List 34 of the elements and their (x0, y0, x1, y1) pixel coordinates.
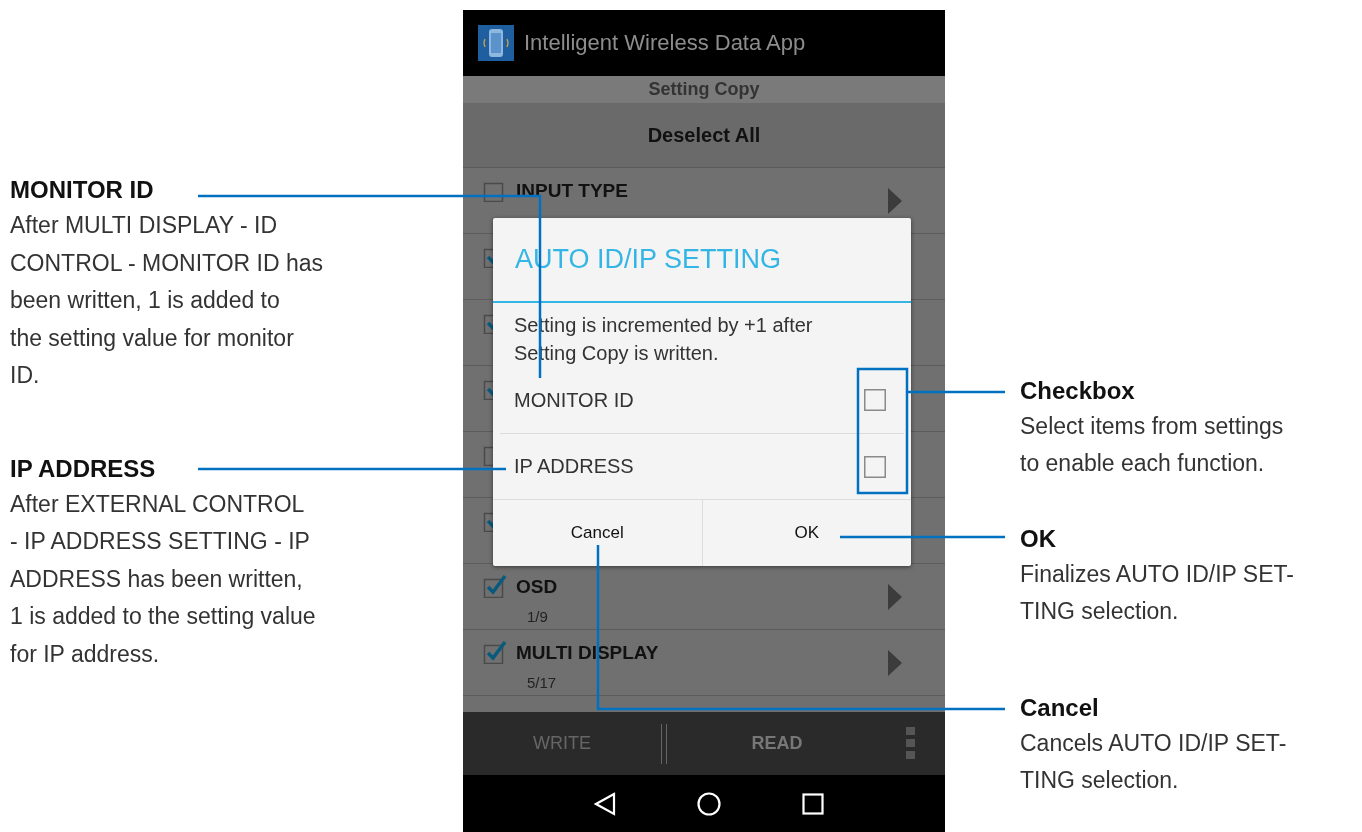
checkbox[interactable] (864, 389, 886, 411)
annotation-title: IP ADDRESS (10, 453, 156, 484)
annotation-text: After EXTERNAL CONTROL - IP ADDRESS SETTING - IP ADDRESS has been written, 1 is added to the setting value for IP address. (10, 489, 316, 669)
annotation-text: Select items from settings to enable each function. (1020, 412, 1284, 478)
back-icon[interactable] (593, 791, 616, 816)
annotation-text: After MULTI DISPLAY - ID CONTROL - MONITOR ID has been written, 1 is added to the setting value for monitor ID. (10, 211, 324, 390)
screen-header: Setting Copy (463, 76, 945, 103)
recent-apps-icon[interactable] (802, 792, 825, 815)
home-icon[interactable] (697, 791, 721, 816)
dialog-button[interactable]: Cancel (493, 500, 702, 566)
annotation-text: Finalizes AUTO ID/IP SET- TING selection. (1020, 560, 1294, 626)
more-options-icon[interactable] (906, 727, 915, 759)
deselect-all-button[interactable]: Deselect All (463, 103, 945, 168)
chevron-right-icon[interactable] (888, 188, 902, 214)
phone-icon (478, 25, 514, 61)
checkbox[interactable] (864, 455, 886, 478)
checked-checkbox[interactable] (483, 574, 507, 598)
checked-checkbox[interactable] (483, 640, 507, 664)
annotation-title: OK (1020, 524, 1056, 554)
annotation-title: Cancel (1020, 693, 1099, 723)
row-count: 1/9 (527, 608, 549, 625)
chevron-right-icon[interactable] (888, 650, 902, 676)
row-count: 5/17 (527, 674, 558, 691)
annotation-title: MONITOR ID (10, 175, 154, 205)
row-label: OSD (516, 576, 558, 598)
write-button[interactable]: WRITE (463, 733, 661, 754)
dialog-button[interactable]: OK (701, 500, 911, 566)
annotation-text: Cancels AUTO ID/IP SET- TING selection. (1020, 729, 1287, 795)
chevron-right-icon[interactable] (888, 584, 902, 610)
annotation-title: Checkbox (1020, 376, 1135, 406)
option-label: IP ADDRESS (514, 455, 634, 478)
app-title: Intelligent Wireless Data App (524, 30, 806, 56)
option-label: MONITOR ID (514, 388, 634, 412)
read-button[interactable]: READ (667, 733, 887, 754)
